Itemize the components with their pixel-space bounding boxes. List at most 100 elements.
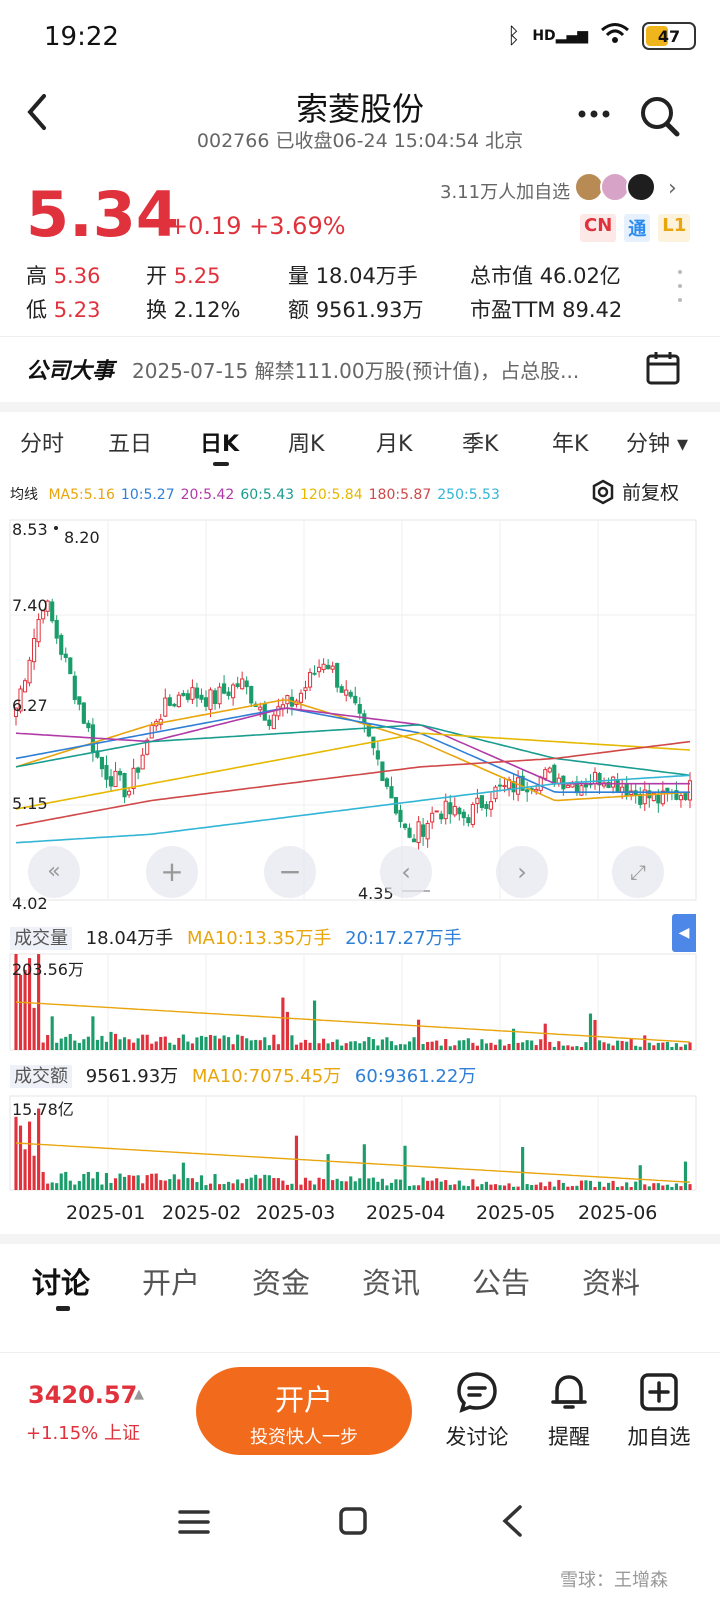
amount-bar — [349, 1176, 353, 1190]
volume-bar — [172, 1044, 176, 1050]
company-events[interactable]: 公司大事 2025-07-15 解禁111.00万股(预计值)，占总股... — [0, 336, 720, 402]
quote-panel: 5.34 +0.19 +3.69% 3.11万人加自选 › CN 通 L1 高 … — [0, 170, 720, 330]
candle-body — [167, 697, 172, 706]
amount-bar — [190, 1178, 194, 1190]
index-value[interactable]: 3420.57 — [28, 1381, 137, 1409]
post-button[interactable]: 发讨论 — [432, 1371, 522, 1451]
tab-weekly[interactable]: 周K — [288, 426, 324, 458]
amount-bar — [471, 1179, 475, 1190]
prev-button[interactable]: ‹ — [380, 846, 432, 898]
divider — [0, 1234, 720, 1244]
candle-body — [240, 678, 245, 690]
volume-bar — [629, 1038, 633, 1050]
alert-button[interactable]: 提醒 — [524, 1371, 614, 1451]
chevron-right-icon[interactable]: › — [668, 176, 677, 201]
tab-monthly[interactable]: 月K — [376, 426, 412, 458]
amount-bar — [50, 1182, 54, 1190]
volume-bar — [340, 1045, 344, 1050]
amount-bar — [579, 1180, 584, 1190]
tab-intraday[interactable]: 分时 — [20, 426, 64, 458]
followers-count[interactable]: 3.11万人加自选 — [440, 178, 570, 204]
amount-bar — [426, 1180, 430, 1190]
candle-body — [208, 689, 213, 710]
tab-minute[interactable]: 分钟 ▾ — [626, 426, 688, 458]
volume-bar — [417, 1019, 421, 1050]
ma-label: 均线 — [10, 487, 38, 503]
home-nav-button[interactable] — [338, 1506, 368, 1540]
volume-bar — [376, 1045, 380, 1050]
tab-yearly[interactable]: 年K — [552, 426, 588, 458]
battery-icon: 47 — [642, 22, 696, 50]
amount-bar — [534, 1184, 538, 1190]
next-button[interactable]: › — [496, 846, 548, 898]
volume-bar — [607, 1043, 611, 1050]
candle-body — [479, 795, 484, 808]
candle-body — [222, 683, 227, 694]
amount-bar — [136, 1175, 140, 1190]
volume-bar — [281, 997, 285, 1050]
tab-funds[interactable]: 资金 — [252, 1260, 310, 1302]
tab-daily[interactable]: 日K — [200, 426, 239, 458]
menu-nav-button[interactable] — [178, 1508, 210, 1540]
tab-5day[interactable]: 五日 — [108, 426, 152, 458]
more-button[interactable] — [574, 92, 614, 141]
candle-body — [276, 706, 281, 717]
amount-bar — [629, 1187, 633, 1190]
amount-bar — [647, 1186, 651, 1190]
volume-bar — [154, 1041, 158, 1050]
tab-quarterly[interactable]: 季K — [462, 426, 498, 458]
back-nav-button[interactable] — [500, 1504, 524, 1542]
tab-profile[interactable]: 资料 — [582, 1260, 640, 1302]
candle-body — [579, 785, 584, 796]
post-label: 发讨论 — [445, 1425, 509, 1449]
amount-bar — [656, 1183, 660, 1190]
volume-bar — [303, 1039, 308, 1050]
volume-bar — [398, 1044, 403, 1050]
amount-bar — [430, 1180, 434, 1190]
side-panel-toggle[interactable]: ◀ — [672, 914, 696, 952]
candle-body — [113, 770, 118, 788]
amount-title[interactable]: 成交额 — [10, 1065, 72, 1088]
candle-body — [402, 823, 408, 829]
adjust-button[interactable]: 前复权 — [590, 478, 679, 505]
volume-bar — [525, 1040, 529, 1050]
tab-news[interactable]: 资讯 — [362, 1260, 420, 1302]
amount-bar — [512, 1186, 516, 1190]
volume-bar — [236, 1034, 240, 1050]
candle-body — [470, 803, 475, 825]
volume-title[interactable]: 成交量 — [10, 927, 72, 950]
tab-open-account[interactable]: 开户 — [142, 1260, 200, 1302]
add-watchlist-button[interactable]: 加自选 — [614, 1371, 704, 1451]
follower-avatars[interactable] — [574, 172, 656, 202]
amount-bar — [367, 1178, 371, 1190]
calendar-icon[interactable] — [646, 351, 680, 385]
search-icon — [641, 97, 680, 137]
scroll-left-button[interactable]: « — [28, 846, 80, 898]
volume-bar — [349, 1041, 353, 1050]
divider — [0, 402, 720, 412]
candle-body — [339, 686, 344, 693]
zoom-out-button[interactable]: − — [264, 846, 316, 898]
tab-discussion[interactable]: 讨论 — [32, 1260, 90, 1302]
amount-bar — [41, 1172, 45, 1190]
volume-bar — [557, 1041, 561, 1050]
ma-item: 250:5.53 — [437, 487, 500, 503]
tab-announcements[interactable]: 公告 — [472, 1260, 530, 1302]
volume-bar — [407, 1041, 412, 1050]
candle-body — [457, 807, 462, 815]
zoom-in-button[interactable]: + — [146, 846, 198, 898]
amount-bar — [570, 1186, 574, 1190]
ma-item: 60:5.43 — [240, 487, 295, 503]
events-title: 公司大事 — [26, 359, 115, 384]
volume-bar — [453, 1045, 457, 1050]
amount-bar — [561, 1182, 565, 1190]
date-tick: 2025-04 — [366, 1202, 446, 1224]
open-account-button[interactable]: 开户 投资快人一步 — [196, 1367, 412, 1455]
expand-dots-icon[interactable] — [676, 268, 684, 308]
fullscreen-button[interactable]: ⤢ — [612, 846, 664, 898]
candle-body — [231, 684, 236, 699]
volume-bar — [480, 1039, 484, 1050]
candle-body — [122, 772, 127, 798]
ma-item: MA5:5.16 — [48, 487, 115, 503]
search-button[interactable] — [638, 94, 682, 138]
